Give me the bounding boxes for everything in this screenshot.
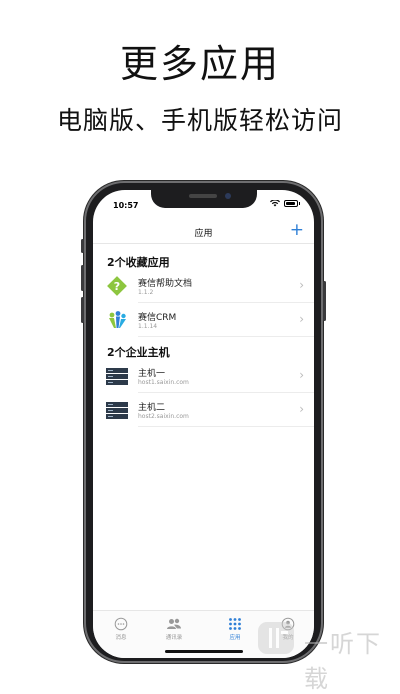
app-version: 1.1.14	[138, 323, 158, 330]
watermark-text: 一听下载	[304, 630, 382, 693]
tab-label: 消息	[115, 635, 127, 641]
help-doc-icon: ?	[107, 276, 127, 296]
notch	[151, 190, 257, 208]
promo-subline: 电脑版、手机版轻松访问	[56, 106, 343, 135]
tab-contacts[interactable]: 通讯录	[154, 617, 194, 641]
row-divider	[138, 336, 314, 337]
phone-frame: 10:57 应用 + 2个收藏应用 ? 赛信帮助文档 1.1.2 › 赛信CRM…	[81, 181, 326, 663]
host-address: host2.saixin.com	[138, 413, 189, 420]
chevron-right-icon: ›	[299, 312, 304, 326]
contacts-icon	[167, 618, 181, 629]
home-indicator	[165, 650, 243, 653]
chevron-right-icon: ›	[299, 278, 304, 292]
speaker	[189, 194, 217, 198]
row-divider	[138, 426, 314, 427]
favorites-section-title: 2个收藏应用	[107, 256, 170, 269]
server-icon	[106, 402, 128, 419]
nav-divider	[93, 243, 314, 244]
power-button	[323, 281, 326, 321]
apps-grid-icon	[229, 618, 241, 630]
mute-switch	[81, 239, 84, 253]
host-address: host1.saixin.com	[138, 379, 189, 386]
chevron-right-icon: ›	[299, 402, 304, 416]
volume-down-button	[81, 297, 84, 323]
app-name: 赛信帮助文档	[138, 279, 193, 289]
plus-icon[interactable]: +	[290, 220, 304, 240]
nav-title: 应用	[194, 229, 213, 239]
chat-icon	[114, 617, 128, 631]
tab-label: 应用	[229, 635, 241, 641]
hosts-section-title: 2个企业主机	[107, 346, 170, 359]
tab-label: 通讯录	[165, 635, 183, 641]
server-icon	[106, 368, 128, 385]
battery-tip	[298, 202, 300, 205]
chevron-right-icon: ›	[299, 368, 304, 382]
phone-screen: 10:57 应用 + 2个收藏应用 ? 赛信帮助文档 1.1.2 › 赛信CRM…	[93, 190, 314, 658]
favorite-app-row[interactable]: 赛信CRM 1.1.14 ›	[93, 303, 314, 337]
host-name: 主机二	[138, 403, 166, 413]
wifi-icon	[269, 200, 280, 207]
host-row[interactable]: 主机一 host1.saixin.com ›	[93, 359, 314, 393]
status-icons	[269, 200, 300, 207]
volume-up-button	[81, 265, 84, 291]
app-name: 赛信CRM	[138, 313, 177, 323]
camera	[225, 193, 231, 199]
crm-icon	[109, 311, 126, 328]
battery-icon	[283, 200, 298, 207]
tab-apps[interactable]: 应用	[215, 617, 255, 641]
favorite-app-row[interactable]: ? 赛信帮助文档 1.1.2 ›	[93, 269, 314, 303]
promo-headline: 更多应用	[119, 42, 280, 86]
watermark: 一听下载	[250, 614, 400, 693]
host-row[interactable]: 主机二 host2.saixin.com ›	[93, 393, 314, 427]
host-name: 主机一	[138, 369, 166, 379]
watermark-logo-icon	[258, 622, 294, 654]
status-time: 10:57	[113, 201, 139, 210]
app-version: 1.1.2	[138, 289, 154, 296]
tab-messages[interactable]: 消息	[101, 617, 141, 641]
svg-text:?: ?	[114, 280, 120, 293]
